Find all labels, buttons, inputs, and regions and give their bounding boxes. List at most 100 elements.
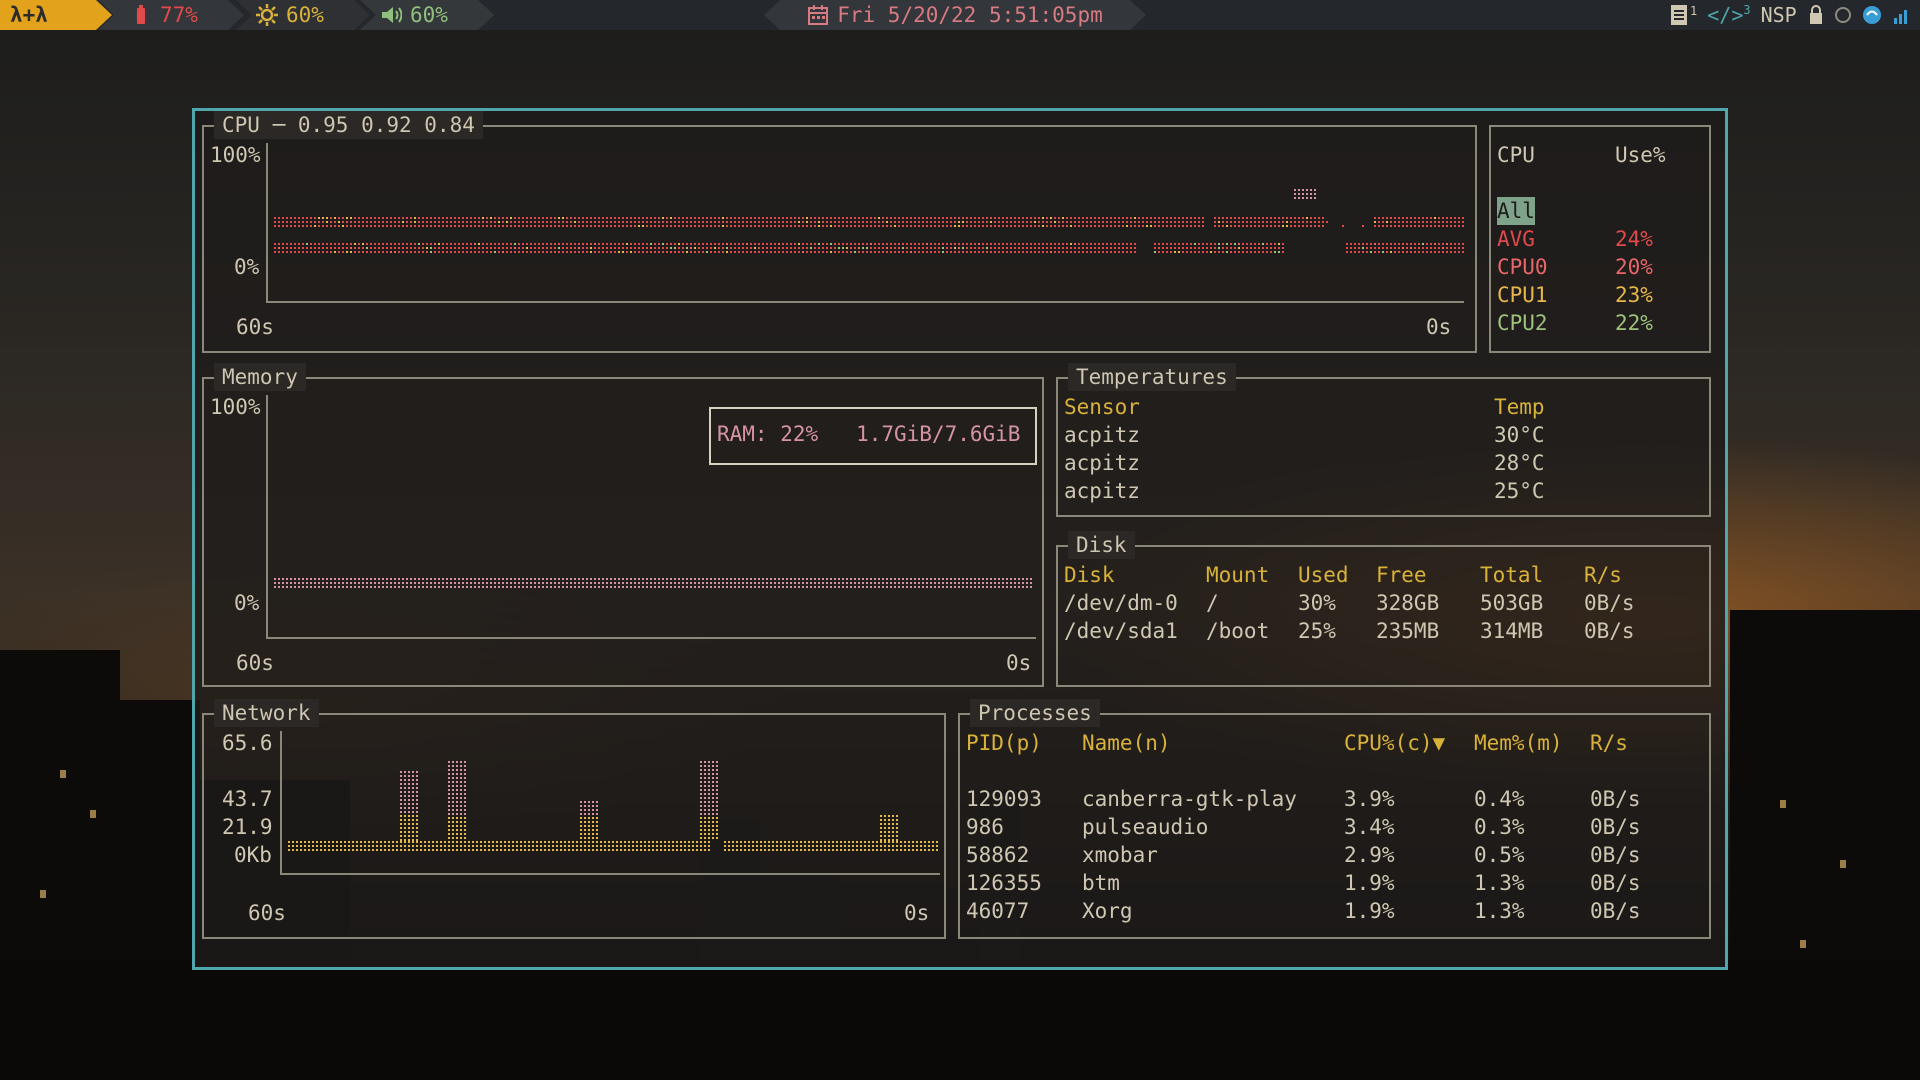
network-point — [700, 793, 702, 795]
network-point — [700, 797, 702, 799]
cpu-point — [1278, 251, 1280, 253]
nsp-workspace[interactable]: NSP — [1761, 3, 1797, 27]
disk-header[interactable]: Total — [1480, 561, 1543, 589]
process-cell[interactable]: xmobar — [1082, 841, 1158, 869]
cpu-point — [890, 243, 892, 245]
network-point — [652, 841, 654, 843]
memory-point — [614, 586, 616, 588]
memory-point — [582, 578, 584, 580]
memory-point — [890, 586, 892, 588]
clock-widget[interactable]: Fri 5/20/22 5:51:05pm — [764, 0, 1146, 30]
cpu-point — [898, 217, 900, 219]
disk-header[interactable]: Disk — [1064, 561, 1115, 589]
network-point — [888, 819, 890, 821]
workspace-1[interactable]: 1 — [1668, 4, 1697, 26]
cpu-point — [662, 247, 664, 249]
network-point — [432, 841, 434, 843]
process-cell[interactable]: canberra-gtk-play — [1082, 785, 1297, 813]
network-point — [396, 841, 398, 843]
cpu-point — [774, 221, 776, 223]
cpu-point — [910, 243, 912, 245]
network-point — [932, 841, 934, 843]
network-point — [468, 841, 470, 843]
cpu-point — [1374, 225, 1376, 227]
disk-header[interactable]: R/s — [1584, 561, 1622, 589]
battery-widget[interactable]: 77% — [98, 0, 244, 30]
process-cell[interactable]: 986 — [966, 813, 1004, 841]
cpu-point — [862, 225, 864, 227]
process-header[interactable]: Mem%(m) — [1474, 729, 1563, 757]
cpu-legend-name[interactable]: CPU1 — [1497, 281, 1548, 309]
process-cell[interactable]: 46077 — [966, 897, 1029, 925]
network-point — [784, 841, 786, 843]
cpu-point — [442, 251, 444, 253]
process-cell[interactable]: 58862 — [966, 841, 1029, 869]
process-cell[interactable]: pulseaudio — [1082, 813, 1208, 841]
tray-icon[interactable] — [1834, 4, 1852, 26]
workspace-3[interactable]: </> 3 — [1707, 3, 1750, 27]
cpu-point — [1206, 251, 1208, 253]
cpu-point — [582, 251, 584, 253]
network-point — [600, 849, 602, 851]
cpu-point — [1254, 247, 1256, 249]
network-point — [452, 833, 454, 835]
cpu-legend-name[interactable]: AVG — [1497, 225, 1535, 253]
cpu-legend-name[interactable]: CPU0 — [1497, 253, 1548, 281]
cpu-point — [1414, 243, 1416, 245]
brightness-widget[interactable]: 60% — [236, 0, 370, 30]
memory-point — [938, 578, 940, 580]
network-point — [580, 829, 582, 831]
cpu-point — [1046, 243, 1048, 245]
network-tray-icon[interactable] — [1862, 4, 1882, 26]
network-point — [704, 781, 706, 783]
process-cell: 3.4% — [1344, 815, 1395, 839]
cpu-point — [1042, 251, 1044, 253]
workspace-area: 1 </> 3 NSP — [1658, 0, 1920, 30]
network-point — [404, 841, 406, 843]
network-point — [404, 799, 406, 801]
process-cell[interactable]: 126355 — [966, 869, 1042, 897]
cpu-point — [1046, 221, 1048, 223]
disk-header[interactable]: Used — [1298, 561, 1349, 589]
disk-header[interactable]: Free — [1376, 561, 1427, 589]
volume-widget[interactable]: 60% — [360, 0, 494, 30]
cpu-point — [490, 247, 492, 249]
cpu-point — [558, 225, 560, 227]
process-cell[interactable]: 129093 — [966, 785, 1042, 813]
network-point — [460, 813, 462, 815]
process-header[interactable]: CPU%(c)▼ — [1344, 729, 1445, 757]
network-point — [716, 789, 718, 791]
lock-icon[interactable] — [1807, 4, 1825, 26]
process-cell[interactable]: Xorg — [1082, 897, 1133, 925]
memory-point — [274, 578, 276, 580]
network-point — [712, 801, 714, 803]
cpu-legend-name[interactable]: CPU2 — [1497, 309, 1548, 337]
cpu-point — [1154, 221, 1156, 223]
cpu-point — [830, 217, 832, 219]
cpu-legend-all[interactable]: All — [1497, 197, 1535, 225]
cpu-point — [838, 221, 840, 223]
memory-point — [522, 578, 524, 580]
disk-header[interactable]: Mount — [1206, 561, 1269, 589]
network-point — [508, 841, 510, 843]
network-point — [716, 809, 718, 811]
cpu-point — [1038, 221, 1040, 223]
cpu-point — [934, 247, 936, 249]
process-cell[interactable]: btm — [1082, 869, 1120, 897]
cpu-y-axis — [266, 143, 268, 303]
wm-logo[interactable]: λ+λ — [0, 0, 112, 30]
network-point — [736, 845, 738, 847]
terminal-window[interactable]: CPU ─ 0.95 0.92 0.84 100% 0% 60s 0s CPU … — [192, 108, 1728, 970]
signal-icon[interactable] — [1892, 4, 1910, 26]
network-point — [716, 817, 718, 819]
network-point — [452, 805, 454, 807]
cpu-point — [366, 225, 368, 227]
process-header[interactable]: PID(p) — [966, 729, 1042, 757]
cpu-point — [1434, 217, 1436, 219]
process-header[interactable]: Name(n) — [1082, 729, 1171, 757]
process-header[interactable]: R/s — [1590, 729, 1628, 757]
network-point — [376, 849, 378, 851]
cpu-point — [938, 247, 940, 249]
cpu-point — [1042, 243, 1044, 245]
cpu-point — [842, 251, 844, 253]
